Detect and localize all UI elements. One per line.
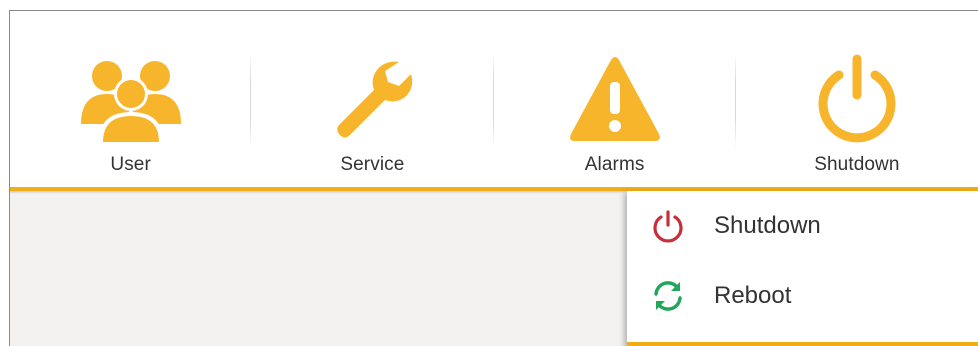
toolbar-user-label: User [110, 154, 151, 175]
users-icon [71, 51, 191, 147]
toolbar-alarms-label: Alarms [584, 154, 645, 175]
main-toolbar: User Service Alarms Shutdown [10, 11, 978, 187]
toolbar-shutdown-label: Shutdown [814, 154, 900, 175]
toolbar-service-button[interactable]: Service [251, 11, 494, 187]
shutdown-menu: Shutdown Reboot [627, 191, 978, 346]
toolbar-shutdown-button[interactable]: Shutdown [736, 11, 978, 187]
menu-item-shutdown[interactable]: Shutdown [627, 193, 978, 259]
toolbar-service-label: Service [340, 154, 405, 175]
menu-item-shutdown-label: Shutdown [714, 212, 821, 239]
warning-icon [555, 51, 675, 147]
menu-item-reboot[interactable]: Reboot [627, 263, 978, 329]
power-icon [650, 208, 686, 244]
app-frame: User Service Alarms Shutdown Shutdown Re… [9, 10, 978, 346]
menu-item-reboot-label: Reboot [714, 282, 792, 309]
toolbar-user-button[interactable]: User [10, 11, 252, 187]
wrench-icon [312, 51, 432, 147]
menu-accent-line [627, 342, 978, 346]
power-icon [797, 51, 917, 147]
refresh-icon [650, 278, 686, 314]
toolbar-alarms-button[interactable]: Alarms [494, 11, 736, 187]
